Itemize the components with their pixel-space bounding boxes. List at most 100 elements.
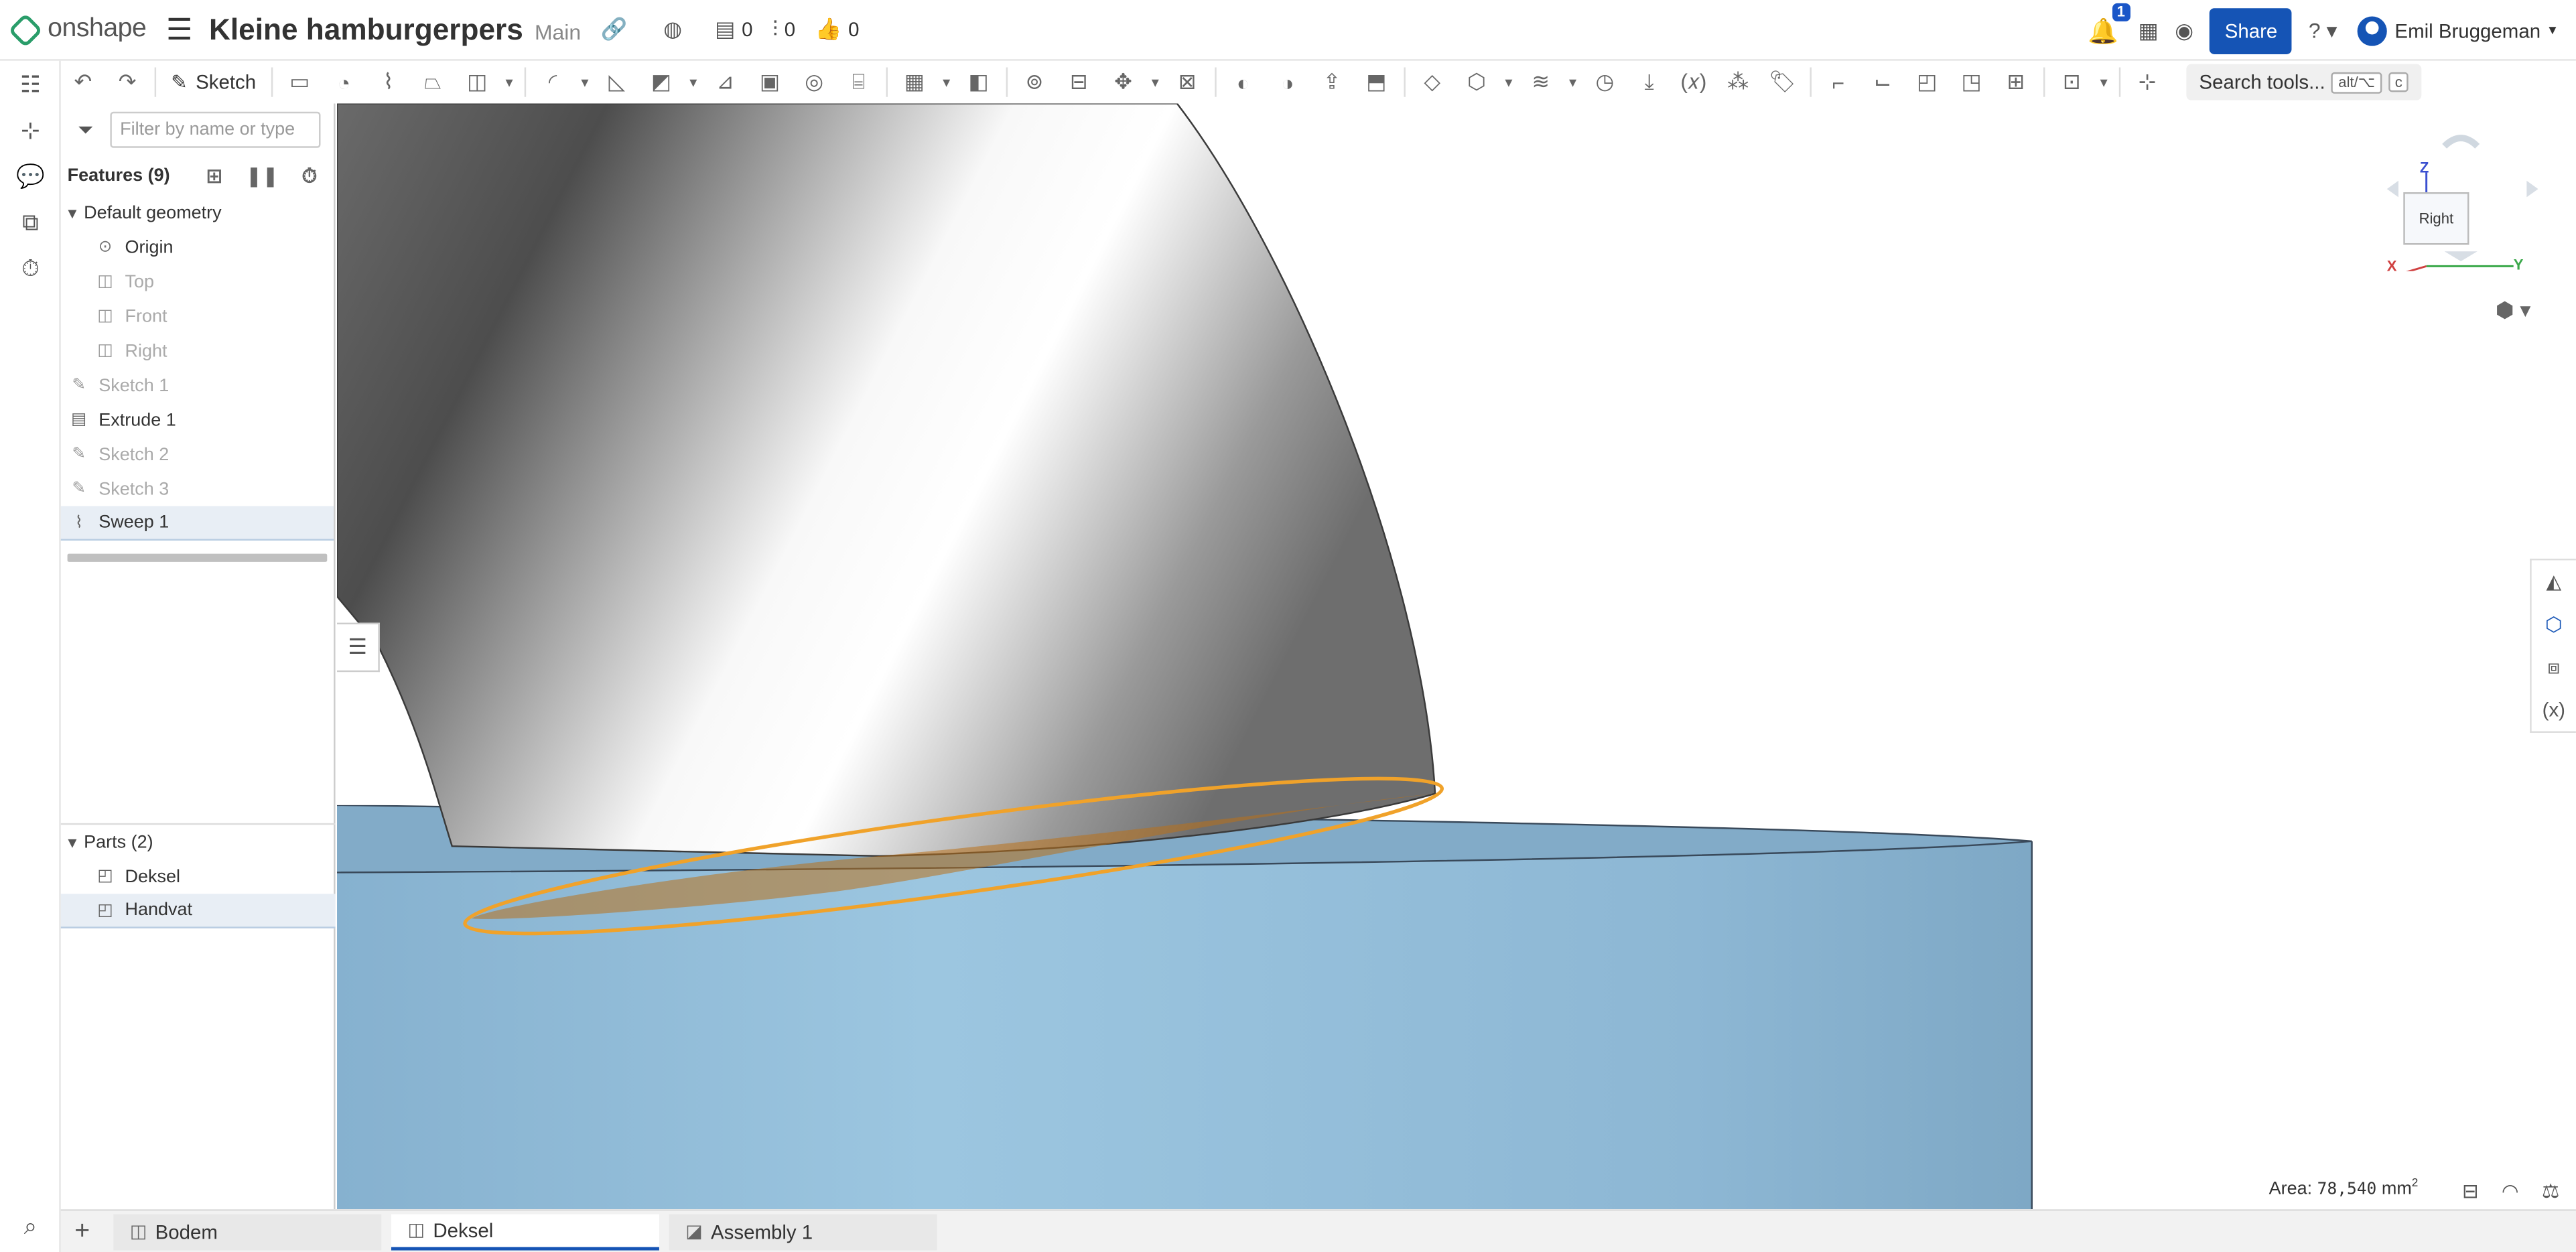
section-view-icon[interactable]: ◠ (2502, 1180, 2519, 1202)
transform-icon[interactable]: ✥ (1101, 64, 1145, 100)
undo-icon[interactable]: ↶ (61, 64, 105, 100)
add-tab-icon[interactable]: + (61, 1216, 104, 1246)
flange-icon[interactable]: ⌙ (1860, 64, 1905, 100)
parts-icon[interactable]: ⧉ (0, 199, 61, 245)
chevron-down-icon[interactable]: ▾ (1499, 64, 1518, 100)
sheet-metal-icon[interactable]: ⌐ (1816, 64, 1860, 100)
mate-connector-icon[interactable]: ⬡ (1454, 64, 1499, 100)
tree-item-sweep-1[interactable]: ⌇ Sweep 1 (60, 506, 334, 541)
helix-icon[interactable]: ≋ (1519, 64, 1563, 100)
tree-group-parts[interactable]: ▼ Parts (2) (61, 825, 336, 859)
measure-icon[interactable]: ◷ (1582, 64, 1627, 100)
tree-item-sketch-2[interactable]: ✎ Sketch 2 (61, 437, 334, 472)
delete-face-icon[interactable]: ◑ (1266, 64, 1310, 100)
tag-icon[interactable]: 🏷 (1760, 64, 1804, 100)
search-magnify-icon[interactable]: ⌕ (0, 1202, 61, 1249)
modify-fillet-icon[interactable]: ◐ (1221, 64, 1265, 100)
pause-icon[interactable]: ❚❚ (246, 164, 279, 187)
boolean-icon[interactable]: ⊚ (1012, 64, 1057, 100)
like-icon[interactable]: 👍 (815, 17, 842, 43)
chevron-down-icon[interactable]: ▼ (61, 834, 84, 851)
app-store-icon[interactable]: ▦ (2139, 17, 2159, 44)
chevron-down-icon[interactable]: ▾ (937, 64, 956, 100)
frame-icon[interactable]: ⊡ (2049, 64, 2094, 100)
draft-icon[interactable]: ◩ (639, 64, 683, 100)
plane-icon[interactable]: ◇ (1410, 64, 1454, 100)
pattern-icon[interactable]: ▦ (892, 64, 937, 100)
feature-panel-toggle-icon[interactable]: ☰ (337, 622, 380, 673)
mass-properties-icon[interactable]: ⧈ (2532, 646, 2576, 689)
view-cube-face[interactable]: Right (2403, 192, 2469, 245)
flat-view-icon[interactable]: ⊞ (1994, 64, 2038, 100)
loft-icon[interactable]: ⏢ (411, 64, 455, 100)
branch-icon[interactable]: ⫶ (772, 17, 778, 43)
search-tools-button[interactable]: Search tools... alt/⌥ c (2185, 64, 2423, 100)
notification-bell-icon[interactable]: 🔔 1 (2088, 2, 2130, 45)
tab-deksel[interactable]: ◫ Deksel (391, 1213, 659, 1250)
cylinder-icon[interactable]: ⌸ (836, 64, 880, 100)
view-cube[interactable]: Right Z X Y (2379, 123, 2543, 275)
3d-viewport[interactable]: ☰ Right Z X Y ⬢ ▾ ◭ ⬡ ⧈ (x) Area: 78,540… (337, 103, 2576, 1210)
chevron-down-icon[interactable]: ▼ (61, 204, 84, 221)
delete-part-icon[interactable]: ⊠ (1165, 64, 1209, 100)
part-item-handvat[interactable]: ◰ Handvat (60, 894, 336, 928)
tab-icon[interactable]: ◰ (1905, 64, 1949, 100)
chevron-down-icon[interactable]: ▾ (575, 64, 594, 100)
split-icon[interactable]: ⊟ (1057, 64, 1101, 100)
revolve-icon[interactable]: ◔ (322, 64, 366, 100)
bend-icon[interactable]: ◳ (1949, 64, 1993, 100)
appearance-icon[interactable]: ◭ (2532, 560, 2576, 603)
learning-center-icon[interactable]: ◉ (2175, 17, 2193, 44)
rollback-bar[interactable] (67, 553, 328, 562)
chevron-down-icon[interactable]: ▾ (499, 64, 519, 100)
tree-item-sketch-3[interactable]: ✎ Sketch 3 (61, 472, 334, 506)
fillet-icon[interactable]: ◜ (531, 64, 575, 100)
link-icon[interactable]: 🔗 (601, 17, 628, 43)
globe-icon[interactable]: ◍ (663, 17, 682, 43)
history-icon[interactable]: ⏱ (0, 245, 61, 291)
tree-group-default-geometry[interactable]: ▼ Default geometry (61, 196, 334, 230)
chamfer-icon[interactable]: ◺ (595, 64, 639, 100)
redo-icon[interactable]: ↷ (105, 64, 149, 100)
document-title[interactable]: Kleine hamburgerpers (209, 12, 523, 47)
model-canvas[interactable] (337, 103, 2576, 1210)
tree-item-front-plane[interactable]: ◫ Front (61, 299, 334, 334)
menu-icon[interactable]: ☰ (166, 12, 193, 47)
help-icon[interactable]: ? ▾ (2309, 17, 2337, 44)
configure-icon[interactable]: ⁂ (1716, 64, 1760, 100)
hole-icon[interactable]: ◎ (792, 64, 836, 100)
chevron-down-icon[interactable]: ▾ (1563, 64, 1582, 100)
variables-icon[interactable]: (x) (2532, 689, 2576, 732)
user-menu[interactable]: Emil Bruggeman ▾ (2356, 15, 2557, 46)
tree-item-origin[interactable]: ⊙ Origin (61, 230, 334, 265)
tree-item-top-plane[interactable]: ◫ Top (61, 265, 334, 299)
rib-icon[interactable]: ⊿ (703, 64, 748, 100)
insert-icon[interactable]: ⊹ (0, 107, 61, 153)
import-icon[interactable]: ⤓ (1627, 64, 1672, 100)
thicken-icon[interactable]: ◫ (455, 64, 499, 100)
variable-icon[interactable]: (𝑥) (1672, 64, 1716, 100)
tree-item-sketch-1[interactable]: ✎ Sketch 1 (61, 368, 334, 403)
versions-icon[interactable]: ▤ (715, 17, 735, 43)
mass-scale-icon[interactable]: ⚖ (2542, 1180, 2559, 1202)
share-button[interactable]: Share (2210, 7, 2293, 54)
sketch-button[interactable]: ✎ Sketch (161, 64, 265, 100)
chevron-down-icon[interactable]: ▾ (2094, 64, 2113, 100)
feature-list-icon[interactable]: ☷ (0, 61, 61, 107)
add-folder-icon[interactable]: ⊞ (206, 164, 223, 187)
part-studio-icon[interactable]: ⬡ (2532, 603, 2576, 646)
part-item-deksel[interactable]: ◰ Deksel (61, 859, 336, 894)
branch-name[interactable]: Main (535, 19, 581, 44)
move-face-icon[interactable]: ⇪ (1310, 64, 1354, 100)
extrude-icon[interactable]: ▭ (277, 64, 322, 100)
shell-icon[interactable]: ▣ (748, 64, 792, 100)
add-custom-tool-icon[interactable]: ⊹ (2125, 64, 2169, 100)
mirror-icon[interactable]: ◧ (956, 64, 1000, 100)
comments-icon[interactable]: 💬 (0, 153, 61, 199)
filter-input[interactable] (110, 111, 321, 148)
measure-tape-icon[interactable]: ⊟ (2462, 1180, 2479, 1202)
sweep-icon[interactable]: ⌇ (366, 64, 411, 100)
timer-icon[interactable]: ⏱ (301, 163, 317, 188)
filter-icon[interactable]: ⏷ (61, 117, 111, 142)
tab-assembly-1[interactable]: ◪ Assembly 1 (669, 1213, 937, 1250)
